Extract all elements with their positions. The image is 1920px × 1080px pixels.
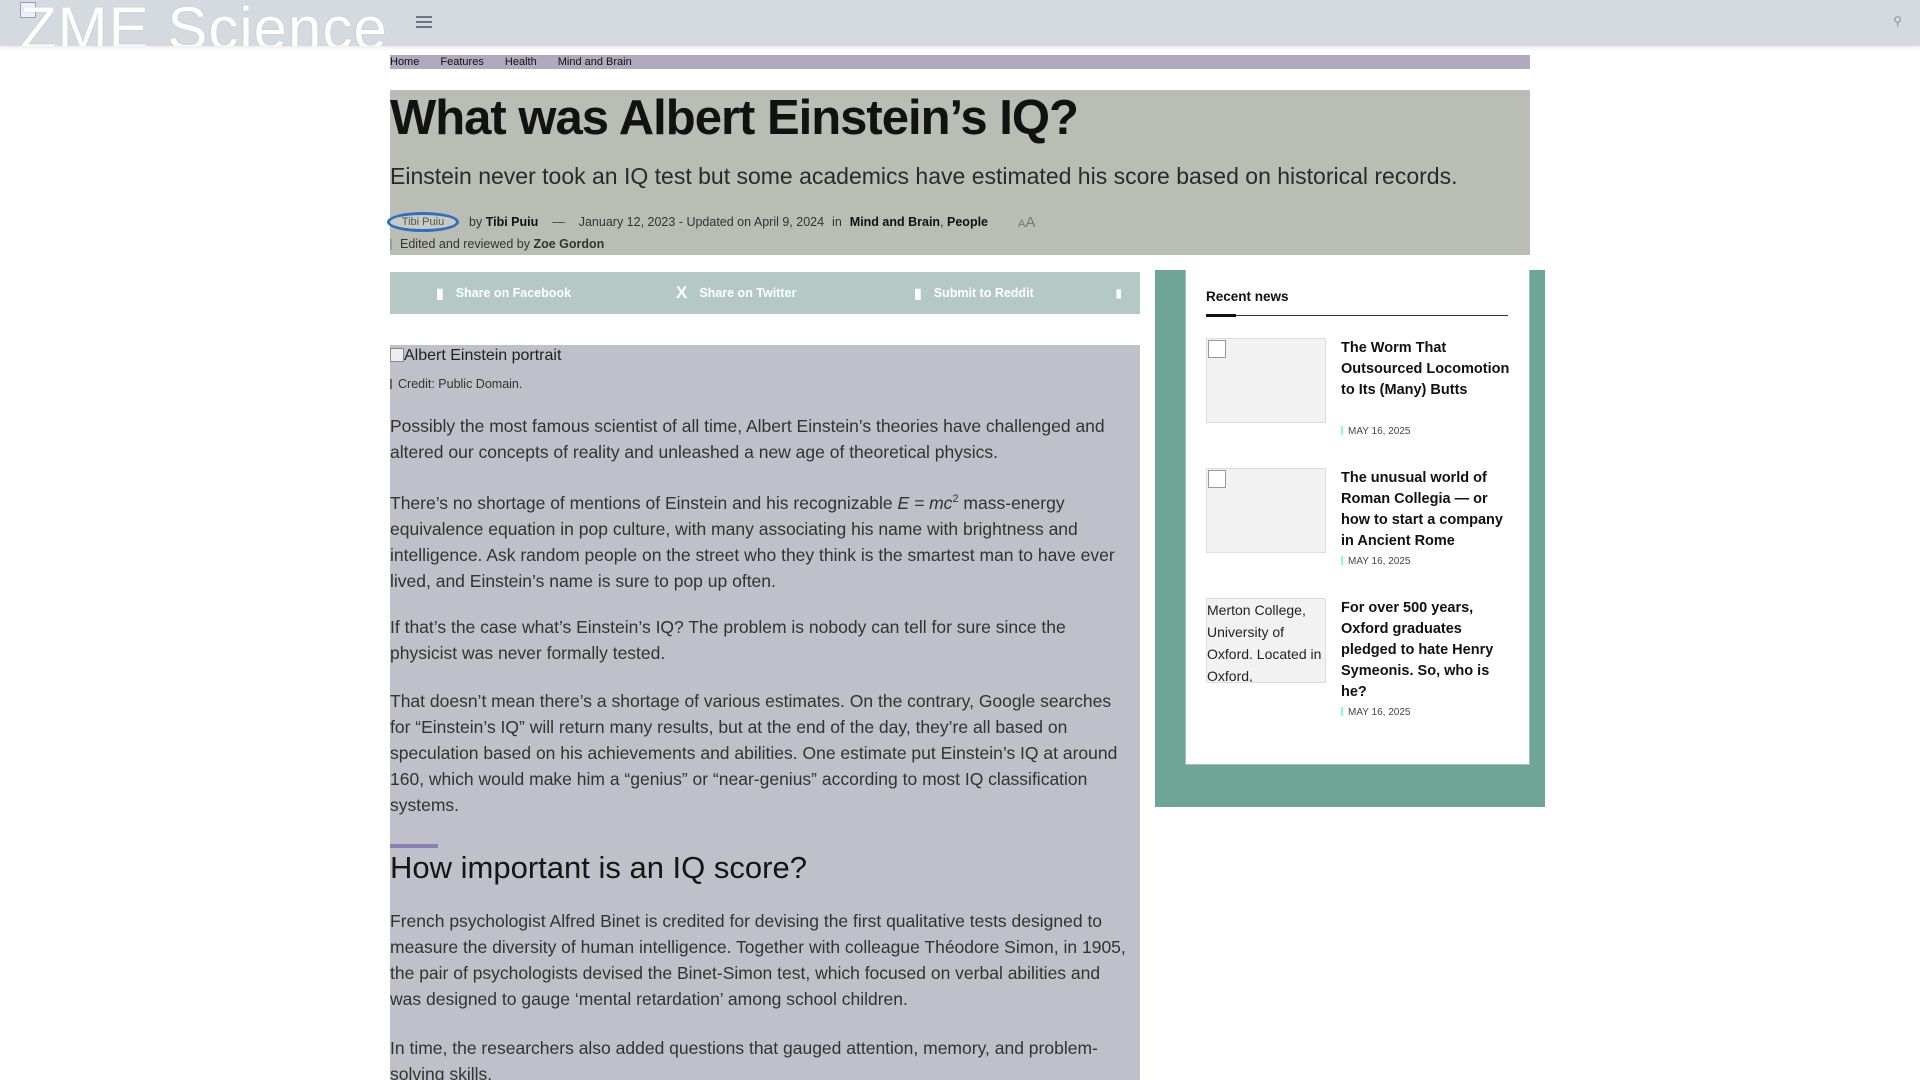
share-facebook-label: Share on Facebook [455,286,572,300]
breadcrumb-health[interactable]: Health [505,56,537,68]
breadcrumb-features[interactable]: Features [440,56,483,68]
heading-accent-bar [390,844,438,848]
by-label: by [469,215,483,229]
section-heading: How important is an IQ score? [390,850,807,885]
reviewed-by: Edited and reviewed by Zoe Gordon [390,237,604,251]
font-big-icon[interactable]: A [1025,214,1035,231]
news-date-text: MAY 16, 2025 [1348,556,1411,567]
top-navbar: ZME Science ⚲ [0,0,1920,46]
share-facebook-button[interactable]: ▮ Share on Facebook [436,285,571,302]
news-title[interactable]: For over 500 years, Oxford graduates ple… [1341,598,1513,703]
clock-icon [1341,707,1343,716]
paragraph-2: There’s no shortage of mentions of Einst… [390,486,1130,594]
recent-news-divider [1206,314,1508,317]
share-reddit-label: Submit to Reddit [933,286,1034,300]
share-twitter-label: Share on Twitter [699,286,797,300]
article-subtitle: Einstein never took an IQ test but some … [390,163,1458,189]
broken-image-icon [390,348,404,362]
article-body: Albert Einstein portrait Credit: Public … [390,345,1140,1080]
reddit-icon: ▮ [914,284,922,301]
credit-marker-icon [390,379,392,389]
category-mind-and-brain[interactable]: Mind and Brain [850,215,940,229]
author-link[interactable]: Tibi Puiu [486,215,539,229]
paragraph-2-text-a: There’s no shortage of mentions of Einst… [390,492,898,513]
share-reddit-button[interactable]: ▮ Submit to Reddit [914,285,1034,302]
site-logo[interactable]: ZME Science [20,0,388,46]
article-meta: Tibi Puiu by Tibi Puiu — January 12, 202… [387,212,1035,232]
news-thumbnail[interactable] [1206,338,1326,423]
news-title[interactable]: The unusual world of Roman Collegia — or… [1341,468,1513,552]
hero-image: Albert Einstein portrait [390,347,561,365]
paragraph-4: That doesn’t mean there’s a shortage of … [390,691,1118,815]
reviewed-prefix: Edited and reviewed by [400,237,530,251]
news-title[interactable]: The Worm That Outsourced Locomotion to I… [1341,338,1513,401]
clock-icon [1341,556,1343,565]
share-twitter-button[interactable]: X Share on Twitter [676,283,796,303]
reviewed-marker-icon [390,239,392,251]
share-more-icon[interactable]: ▮ [1115,286,1122,300]
news-date-text: MAY 16, 2025 [1348,707,1411,718]
share-bar: ▮ Share on Facebook X Share on Twitter ▮… [390,272,1140,314]
search-icon[interactable]: ⚲ [1893,14,1902,28]
article-header: What was Albert Einstein’s IQ? Einstein … [387,90,1530,255]
in-label: in [832,215,842,229]
hero-image-alt: Albert Einstein portrait [404,347,562,364]
paragraph-3: If that’s the case what’s Einstein’s IQ?… [390,617,1066,663]
formula: E = mc [897,492,953,513]
hamburger-icon[interactable] [416,16,432,30]
recent-news-title: Recent news [1206,289,1289,304]
recent-news-widget: Recent news The Worm That Outsourced Loc… [1185,270,1530,765]
breadcrumb: Home Features Health Mind and Brain [390,55,1530,69]
news-date: MAY 16, 2025 [1341,707,1410,718]
news-date-text: MAY 16, 2025 [1348,426,1411,437]
breadcrumb-home[interactable]: Home [390,56,419,68]
publish-date: January 12, 2023 - Updated on April 9, 2… [578,215,825,229]
facebook-icon: ▮ [436,284,444,301]
breadcrumb-mind-and-brain[interactable]: Mind and Brain [558,56,632,68]
news-thumbnail[interactable] [1206,468,1326,553]
category-people[interactable]: People [947,215,988,229]
font-size-toggle[interactable]: AA [1018,214,1035,231]
meta-separator: — [552,215,565,229]
image-credit-text: Credit: Public Domain. [398,377,523,391]
image-credit: Credit: Public Domain. [390,377,522,391]
news-date: MAY 16, 2025 [1341,556,1410,567]
article-title: What was Albert Einstein’s IQ? [390,91,1079,145]
sidebar: Recent news The Worm That Outsourced Loc… [1155,270,1545,807]
news-thumbnail[interactable]: Merton College, University of Oxford. Lo… [1206,598,1326,683]
news-date: MAY 16, 2025 [1341,426,1410,437]
paragraph-5: French psychologist Alfred Binet is cred… [390,911,1126,1009]
paragraph-6: In time, the researchers also added ques… [390,1038,1098,1080]
paragraph-1: Possibly the most famous scientist of al… [390,416,1105,462]
clock-icon [1341,426,1343,435]
author-avatar[interactable]: Tibi Puiu [387,212,459,232]
x-twitter-icon: X [676,283,688,302]
reviewer-link[interactable]: Zoe Gordon [533,237,604,251]
